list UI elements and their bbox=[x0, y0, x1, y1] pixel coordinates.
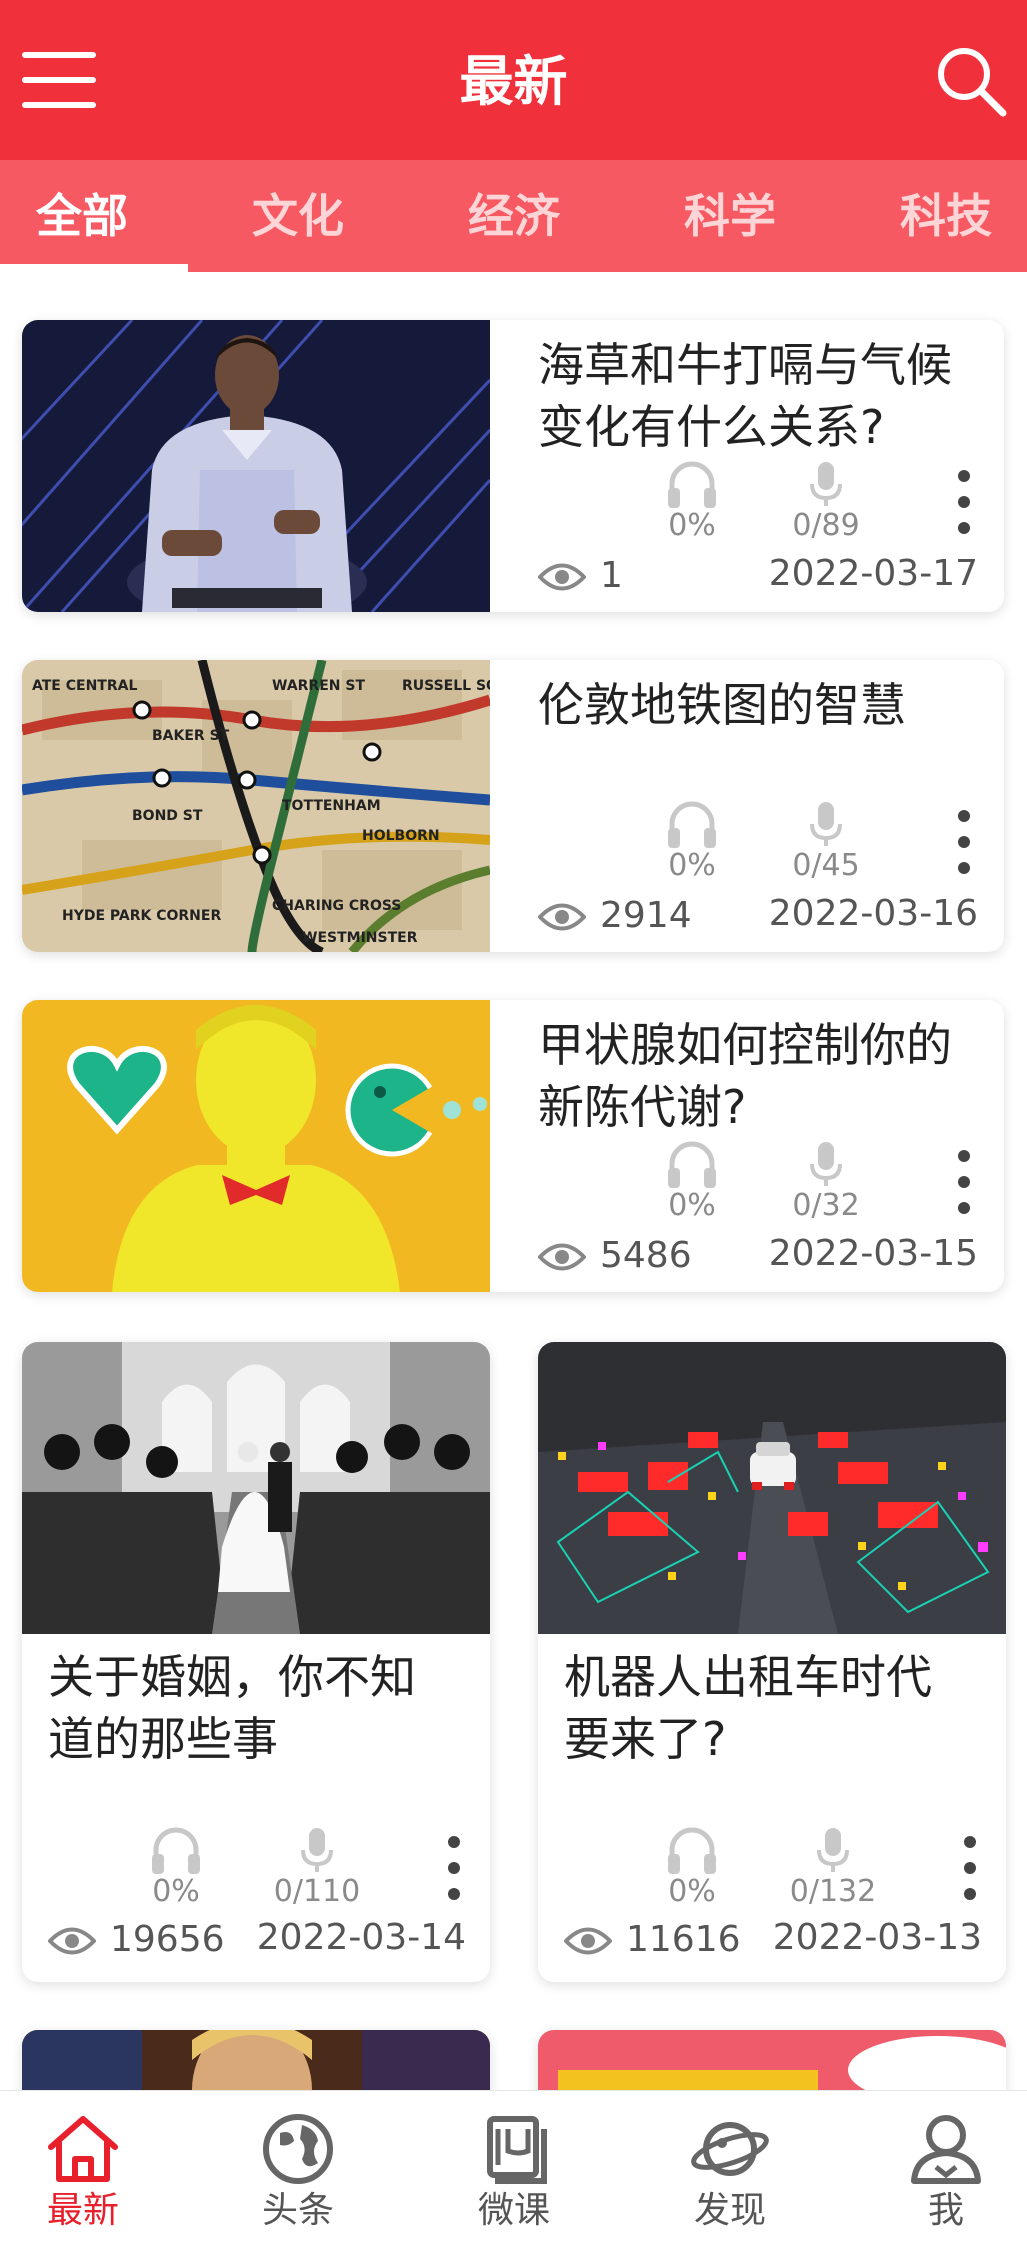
listen-progress: 0% bbox=[126, 1826, 226, 1910]
page-title: 最新 bbox=[459, 50, 568, 113]
article-title: 关于婚姻，你不知 道的那些事 bbox=[48, 1650, 416, 1766]
headphones-icon bbox=[668, 1827, 716, 1874]
microphone-icon bbox=[817, 1828, 849, 1872]
article-title: 海草和牛打嗝与气候 变化有什么关系? bbox=[538, 338, 952, 454]
listen-progress: 0% bbox=[642, 800, 742, 884]
publish-date: 2022-03-17 bbox=[768, 553, 978, 594]
tab-economy[interactable]: 经济 bbox=[434, 188, 594, 244]
listen-progress: 0% bbox=[642, 1140, 742, 1224]
more-options-icon[interactable] bbox=[958, 1836, 982, 1906]
category-tabs: 全部 文化 经济 科学 科技 bbox=[0, 160, 1027, 272]
svg-text:WESTMINSTER: WESTMINSTER bbox=[302, 930, 418, 946]
publish-date: 2022-03-14 bbox=[256, 1917, 466, 1958]
eye-icon bbox=[564, 1927, 612, 1955]
article-card[interactable]: 甲状腺如何控制你的 新陈代谢? 0% 0/32 5486 2022-03-15 bbox=[22, 1000, 1004, 1292]
headphones-icon bbox=[668, 1141, 716, 1188]
more-options-icon[interactable] bbox=[952, 470, 976, 540]
article-title: 伦敦地铁图的智慧 bbox=[538, 678, 906, 732]
svg-text:TOTTENHAM: TOTTENHAM bbox=[282, 798, 381, 814]
home-icon bbox=[48, 2116, 118, 2182]
svg-text:HYDE PARK CORNER: HYDE PARK CORNER bbox=[62, 908, 221, 924]
recording-progress: 0/32 bbox=[766, 1140, 886, 1224]
svg-text:ATE CENTRAL: ATE CENTRAL bbox=[32, 678, 137, 694]
article-thumbnail bbox=[22, 1342, 490, 1634]
article-card[interactable]: 机器人出租车时代 要来了? 0% 0/132 11616 2022-03-13 bbox=[538, 1342, 1006, 1982]
article-thumbnail bbox=[22, 1000, 490, 1292]
nav-profile[interactable]: 我 bbox=[866, 2111, 1026, 2233]
svg-text:RUSSELL SQ: RUSSELL SQ bbox=[402, 678, 490, 694]
headphones-icon bbox=[152, 1827, 200, 1874]
user-icon bbox=[911, 2115, 981, 2184]
article-card[interactable]: 关于婚姻，你不知 道的那些事 0% 0/110 19656 2022-03-14 bbox=[22, 1342, 490, 1982]
tab-science[interactable]: 科学 bbox=[650, 188, 810, 244]
publish-date: 2022-03-15 bbox=[768, 1233, 978, 1274]
recording-progress: 0/132 bbox=[768, 1826, 898, 1910]
microphone-icon bbox=[810, 802, 842, 846]
headphones-icon bbox=[668, 801, 716, 848]
more-options-icon[interactable] bbox=[442, 1836, 466, 1906]
publish-date: 2022-03-13 bbox=[772, 1917, 982, 1958]
nav-headlines[interactable]: 头条 bbox=[218, 2111, 378, 2233]
eye-icon bbox=[538, 903, 586, 931]
article-thumbnail bbox=[538, 1342, 1006, 1634]
article-title: 机器人出租车时代 要来了? bbox=[564, 1650, 932, 1766]
book-icon bbox=[487, 2116, 547, 2184]
eye-icon bbox=[48, 1927, 96, 1955]
publish-date: 2022-03-16 bbox=[768, 893, 978, 934]
nav-latest[interactable]: 最新 bbox=[3, 2111, 163, 2233]
more-options-icon[interactable] bbox=[952, 810, 976, 880]
svg-text:HOLBORN: HOLBORN bbox=[362, 828, 440, 844]
nav-micro-course[interactable]: 微课 bbox=[434, 2111, 594, 2233]
eye-icon bbox=[538, 1243, 586, 1271]
eye-icon bbox=[538, 563, 586, 591]
nav-discover[interactable]: 发现 bbox=[650, 2111, 810, 2233]
tab-all[interactable]: 全部 bbox=[2, 188, 162, 244]
listen-progress: 0% bbox=[642, 460, 742, 544]
tab-technology[interactable]: 科技 bbox=[866, 188, 1026, 244]
article-card[interactable]: ATE CENTRAL BAKER ST WARREN ST RUSSELL SQ … bbox=[22, 660, 1004, 952]
globe-icon bbox=[263, 2114, 333, 2184]
svg-text:WARREN ST: WARREN ST bbox=[272, 678, 365, 694]
recording-progress: 0/89 bbox=[766, 460, 886, 544]
article-thumbnail: ATE CENTRAL BAKER ST WARREN ST RUSSELL SQ … bbox=[22, 660, 490, 952]
headphones-icon bbox=[668, 461, 716, 508]
recording-progress: 0/110 bbox=[252, 1826, 382, 1910]
listen-progress: 0% bbox=[642, 1826, 742, 1910]
article-card[interactable]: 海草和牛打嗝与气候 变化有什么关系? 0% 0/89 1 2022-03-17 bbox=[22, 320, 1004, 612]
app-header: 最新 bbox=[0, 0, 1027, 160]
active-tab-indicator bbox=[0, 264, 188, 272]
more-options-icon[interactable] bbox=[952, 1150, 976, 1220]
recording-progress: 0/45 bbox=[766, 800, 886, 884]
microphone-icon bbox=[810, 1142, 842, 1186]
tab-culture[interactable]: 文化 bbox=[218, 188, 378, 244]
svg-text:CHARING CROSS: CHARING CROSS bbox=[272, 898, 401, 914]
bottom-navigation: 最新 头条 微课 发现 我 bbox=[0, 2090, 1027, 2259]
svg-text:BAKER ST: BAKER ST bbox=[152, 728, 230, 744]
article-title: 甲状腺如何控制你的 新陈代谢? bbox=[538, 1018, 952, 1134]
microphone-icon bbox=[301, 1828, 333, 1872]
microphone-icon bbox=[810, 462, 842, 506]
search-icon[interactable] bbox=[930, 40, 1010, 120]
svg-text:BOND ST: BOND ST bbox=[132, 808, 203, 824]
planet-icon bbox=[691, 2122, 769, 2176]
article-thumbnail bbox=[22, 320, 490, 612]
